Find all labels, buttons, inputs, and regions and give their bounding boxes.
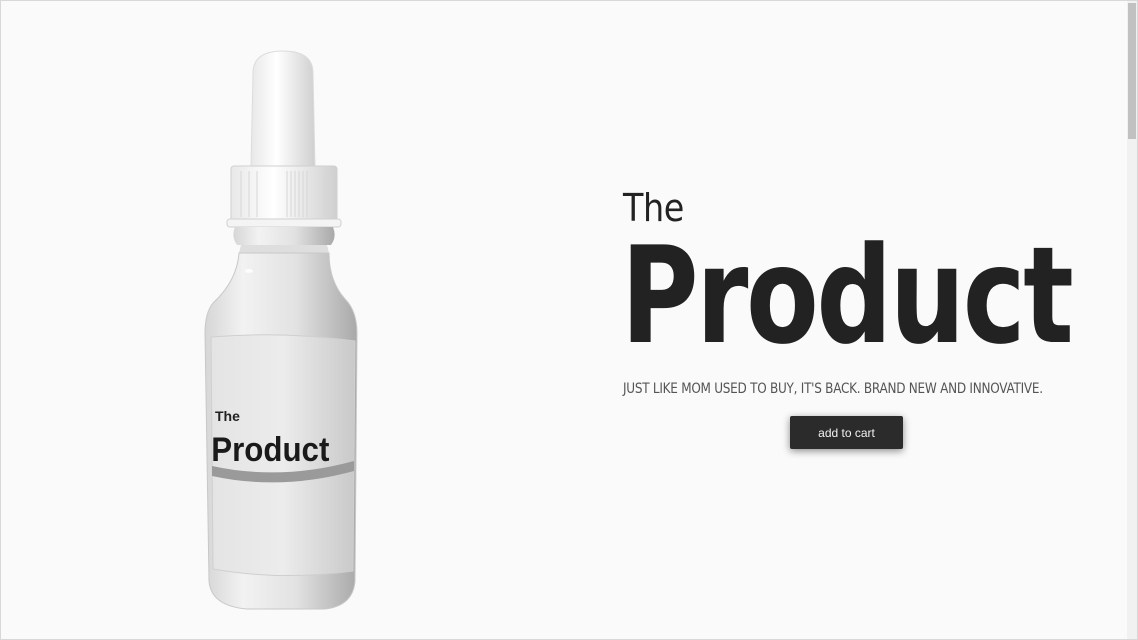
scrollbar-thumb[interactable]	[1128, 3, 1136, 139]
dropper-bottle-illustration: The Product	[204, 50, 358, 610]
bottle-label-large: Product	[211, 430, 329, 469]
page: The Product The Product JUST LIKE MOM US…	[0, 0, 1138, 640]
bottle-label-small: The	[215, 408, 240, 424]
page-title: Product	[621, 218, 1074, 374]
vertical-scrollbar[interactable]	[1127, 1, 1137, 639]
hero-text: The Product JUST LIKE MOM USED TO BUY, I…	[621, 189, 1091, 397]
product-tagline: JUST LIKE MOM USED TO BUY, IT'S BACK. BR…	[623, 381, 1043, 397]
product-bottle-image: The Product	[191, 41, 381, 621]
add-to-cart-button[interactable]: add to cart	[790, 416, 903, 449]
